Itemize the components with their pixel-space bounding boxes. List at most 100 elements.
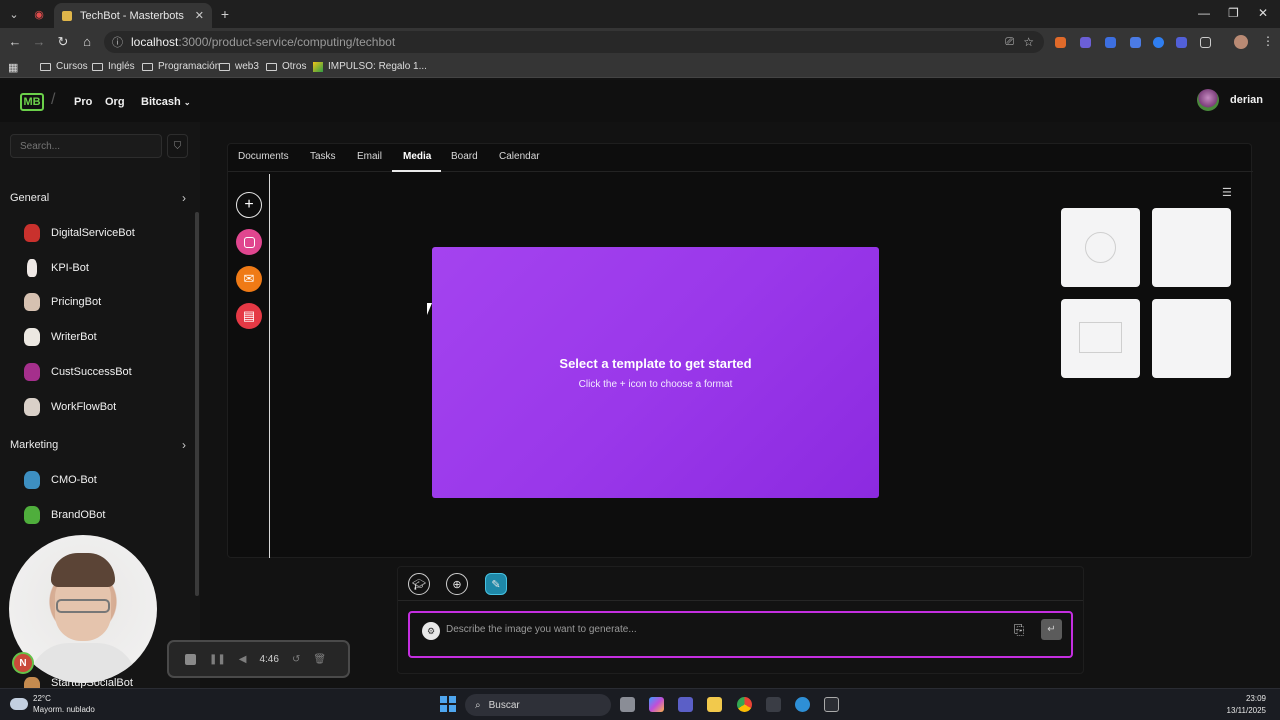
windows-start-icon[interactable] (440, 696, 456, 712)
add-template-button[interactable]: + (236, 192, 262, 218)
reload-icon[interactable]: ↻ (55, 34, 71, 50)
list-view-icon[interactable]: ☰ (1222, 186, 1232, 199)
address-bar[interactable]: ⓘ localhost:3000/product-service/computi… (104, 31, 1044, 53)
notification-badge[interactable]: N (12, 652, 34, 674)
clock-date: 13/11/2025 (1226, 706, 1266, 715)
weather-widget[interactable]: 22°C Mayorm. nublado (10, 693, 95, 715)
nav-pro[interactable]: Pro (74, 96, 92, 108)
terminal-icon[interactable] (824, 697, 839, 712)
bookmark-label: Cursos (56, 61, 88, 72)
copilot-icon[interactable] (649, 697, 664, 712)
bookmark-link[interactable]: IMPULSO: Regalo 1... (313, 61, 427, 72)
web-search-button[interactable]: ⊕ (446, 573, 468, 595)
logo[interactable]: MB (20, 93, 44, 111)
prompt-input[interactable] (446, 622, 986, 636)
sidebar-item-brandobot[interactable]: BrandOBot (24, 504, 105, 526)
sidebar-item-writerbot[interactable]: WriterBot (24, 326, 97, 348)
sidebar-item-cmo-bot[interactable]: CMO-Bot (24, 469, 97, 491)
close-tab-icon[interactable]: ✕ (195, 9, 204, 22)
sidebar-item-pricingbot[interactable]: PricingBot (24, 291, 101, 313)
mute-icon[interactable]: ◀ (239, 654, 247, 665)
sidebar-item-custsuccessbot[interactable]: CustSuccessBot (24, 361, 132, 383)
maximize-icon[interactable]: ❐ (1228, 6, 1239, 20)
bookmark-star-icon[interactable]: ☆ (1023, 35, 1034, 49)
home-icon[interactable]: ⌂ (79, 34, 95, 49)
tab-tasks[interactable]: Tasks (310, 151, 336, 162)
bookmark-folder[interactable]: web3 (219, 61, 259, 72)
bookmark-label: Otros (282, 61, 307, 72)
install-app-icon[interactable]: ⎚ (1005, 36, 1014, 49)
sidebar-item-kpi-bot[interactable]: KPI-Bot (24, 257, 89, 279)
bookmark-folder[interactable]: Otros (266, 61, 306, 72)
extension-dot-icon[interactable] (1153, 37, 1164, 48)
close-window-icon[interactable]: ✕ (1258, 6, 1268, 20)
user-name[interactable]: derian (1230, 94, 1263, 106)
extension-purple-icon[interactable] (1080, 37, 1091, 48)
extensions-menu-icon[interactable] (1200, 37, 1211, 48)
tab-media[interactable]: Media (403, 151, 431, 162)
task-view-icon[interactable] (620, 697, 635, 712)
tab-calendar[interactable]: Calendar (499, 151, 540, 162)
bot-avatar (24, 398, 40, 416)
send-button[interactable]: ↵ (1041, 619, 1062, 640)
template-thumbnail-circle[interactable] (1061, 208, 1140, 287)
media-preview-canvas[interactable]: Select a template to get started Click t… (432, 247, 879, 498)
extension-fox-icon[interactable] (1055, 37, 1066, 48)
tab-search-icon[interactable]: ⌄ (5, 5, 23, 23)
nav-separator: / (51, 91, 56, 108)
template-thumbnail-blank[interactable] (1152, 299, 1231, 378)
system-clock[interactable]: 23:09 13/11/2025 (1216, 693, 1266, 717)
deep-expertise-button[interactable]: 🎓︎ (408, 573, 430, 595)
chrome-icon[interactable] (737, 697, 752, 712)
site-info-icon[interactable]: ⓘ (112, 34, 123, 50)
email-template-button[interactable]: ✉ (236, 266, 262, 292)
bookmark-folder[interactable]: Cursos (40, 61, 88, 72)
browser-tab-active[interactable]: TechBot - Masterbots ✕ (54, 3, 212, 28)
restart-icon[interactable]: ↺ (292, 654, 300, 665)
tab-email[interactable]: Email (357, 151, 382, 162)
pause-icon[interactable]: ❚❚ (209, 654, 226, 665)
bookmark-folder[interactable]: Inglés (92, 61, 135, 72)
chevron-right-icon: › (182, 438, 186, 452)
taskbar-search[interactable]: ⌕ Buscar (465, 694, 611, 716)
avatar[interactable] (1197, 89, 1219, 111)
sidebar-item-digitalservicebot[interactable]: DigitalServiceBot (24, 222, 135, 244)
chevron-down-icon: ⌄ (183, 98, 191, 107)
tab-board[interactable]: Board (451, 151, 478, 162)
new-tab-button[interactable]: + (216, 5, 234, 23)
sidebar-item-workflowbot[interactable]: WorkFlowBot (24, 396, 116, 418)
sidebar-section-general[interactable]: General › (10, 191, 186, 205)
file-explorer-icon[interactable] (707, 697, 722, 712)
tab-documents[interactable]: Documents (238, 151, 289, 162)
extension-blue-icon[interactable] (1105, 37, 1116, 48)
filter-button[interactable]: ⛉ (167, 134, 188, 158)
extension-puzzle-icon[interactable] (1176, 37, 1187, 48)
search-input[interactable] (10, 134, 162, 158)
app-bird-icon[interactable] (795, 697, 810, 712)
record-indicator-icon[interactable]: ◉ (30, 5, 48, 23)
instagram-template-button[interactable] (236, 229, 262, 255)
stop-recording-button[interactable] (185, 653, 196, 665)
bookmark-folder[interactable]: Programación (142, 61, 220, 72)
image-generation-button[interactable]: ✎ (485, 573, 507, 595)
minimize-icon[interactable]: — (1198, 6, 1210, 20)
nav-org[interactable]: Org (105, 96, 125, 108)
template-thumbnail-blank[interactable] (1152, 208, 1231, 287)
delete-icon[interactable]: 🗑︎ (313, 654, 326, 665)
sidebar-scrollbar[interactable] (195, 212, 199, 596)
apps-grid-icon[interactable]: ▦ (8, 61, 18, 74)
profile-avatar-icon[interactable] (1234, 35, 1248, 49)
teams-icon[interactable] (678, 697, 693, 712)
workspace-panel: Documents Tasks Email Media Board Calend… (227, 143, 1253, 558)
document-template-button[interactable]: ▤ (236, 303, 262, 329)
extension-agent-icon[interactable] (1130, 37, 1141, 48)
back-icon[interactable]: ← (7, 34, 23, 49)
forward-icon[interactable]: → (31, 34, 47, 49)
sidebar-section-marketing[interactable]: Marketing › (10, 438, 186, 452)
vscode-icon[interactable] (766, 697, 781, 712)
browser-menu-icon[interactable]: ⋮ (1262, 34, 1274, 48)
nav-bitcash[interactable]: Bitcash ⌄ (141, 96, 191, 108)
filter-icon: ⛉ (173, 140, 182, 152)
template-thumbnail-rectangle[interactable] (1061, 299, 1140, 378)
attach-icon[interactable]: ⎘ (1014, 622, 1024, 638)
